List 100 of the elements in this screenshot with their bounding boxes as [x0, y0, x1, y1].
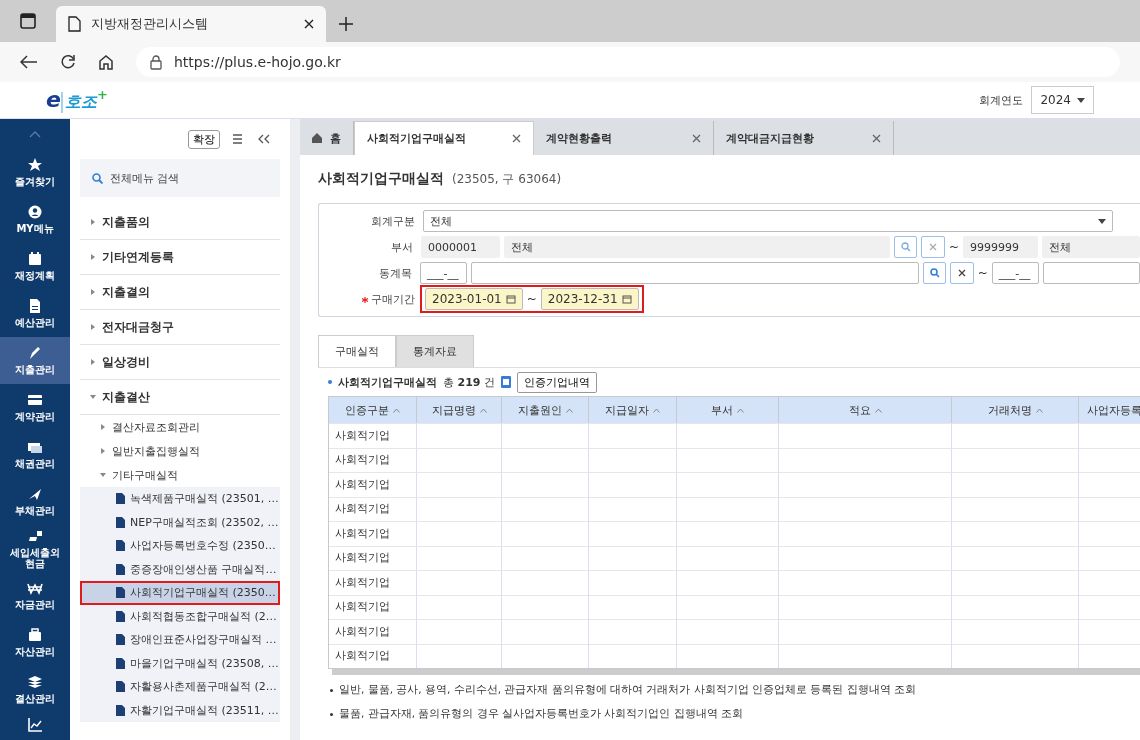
expanded-caret-icon[interactable]: [100, 472, 106, 478]
menu-item[interactable]: 지출결의: [80, 275, 280, 310]
menu-leaf-item[interactable]: 사회적기업구매실적 (2350…: [80, 581, 280, 605]
sub-tab[interactable]: 통계자료: [396, 335, 474, 367]
search-button[interactable]: [893, 236, 918, 258]
account-select[interactable]: 전체: [423, 210, 1113, 232]
rail-menu-item[interactable]: 부채관리: [0, 478, 70, 525]
collapsed-caret-icon[interactable]: [100, 424, 106, 430]
column-header[interactable]: 거래처명: [952, 397, 1079, 423]
sidebar-toggle-icon[interactable]: [20, 13, 36, 29]
dept-code-field[interactable]: 9999999: [963, 236, 1038, 258]
rail-menu-item[interactable]: 자산관리: [0, 619, 70, 666]
rail-menu-item[interactable]: 즐겨찾기: [0, 149, 70, 196]
dept-name-field[interactable]: 전체: [503, 236, 890, 258]
rail-menu-item[interactable]: 채권관리: [0, 431, 70, 478]
collapsed-caret-icon[interactable]: [100, 448, 106, 454]
submenu-item[interactable]: 결산자료조회관리: [80, 415, 280, 439]
chart-icon[interactable]: [27, 717, 43, 733]
menu-leaf-item[interactable]: 중증장애인생산품 구매실적…: [80, 557, 280, 581]
menu-item[interactable]: 일상경비: [80, 345, 280, 380]
sort-icon[interactable]: [565, 407, 573, 413]
menu-item[interactable]: 지출품의: [80, 205, 280, 240]
item-code-field[interactable]: ___-__: [420, 262, 467, 284]
fiscal-year-label: 회계연도: [979, 92, 1024, 108]
column-header[interactable]: 지급명령: [417, 397, 502, 423]
menu-leaf-item[interactable]: 사업자등록번호수정 (2350…: [80, 534, 280, 558]
page-title: 사회적기업구매실적: [318, 170, 444, 188]
column-header[interactable]: 인증구분: [329, 397, 417, 423]
address-bar[interactable]: https://plus.e-hojo.go.kr: [136, 47, 1120, 77]
rail-menu-item[interactable]: 결산관리: [0, 666, 70, 713]
star-icon: [27, 157, 43, 174]
sort-icon[interactable]: [653, 407, 660, 413]
start-date-field[interactable]: 2023-01-01: [425, 288, 523, 310]
browser-tab[interactable]: 지방재정관리시스템: [56, 6, 326, 42]
menu-leaf-item[interactable]: 장애인표준사업장구매실적 …: [80, 628, 280, 652]
rail-menu-item[interactable]: 예산관리: [0, 290, 70, 337]
menu-item[interactable]: 기타연계등록: [80, 240, 280, 275]
back-icon[interactable]: [20, 55, 38, 69]
sort-icon[interactable]: [1035, 407, 1043, 413]
menu-leaf-item[interactable]: 녹색제품구매실적 (23501, …: [80, 487, 280, 511]
menu-leaf-item[interactable]: 마을기업구매실적 (23508, …: [80, 651, 280, 675]
scroll-up-icon[interactable]: [29, 130, 41, 138]
collapsed-caret-icon[interactable]: [90, 219, 96, 225]
calendar-icon[interactable]: [505, 294, 516, 304]
collapsed-caret-icon[interactable]: [90, 324, 96, 330]
sub-tab[interactable]: 구매실적: [318, 335, 396, 367]
collapsed-caret-icon[interactable]: [90, 289, 96, 295]
dropdown-caret-icon[interactable]: [1098, 218, 1106, 224]
close-icon[interactable]: [304, 19, 314, 29]
dept-name-field[interactable]: 전체: [1041, 236, 1140, 258]
item-code-field[interactable]: ___-__: [991, 262, 1039, 284]
sort-icon[interactable]: [737, 407, 744, 413]
column-header[interactable]: 지급일자: [589, 397, 677, 423]
search-button[interactable]: [923, 262, 947, 284]
clear-button[interactable]: [950, 262, 974, 284]
field-label: 동계목: [378, 265, 413, 281]
menu-search-field[interactable]: 전체메뉴 검색: [80, 159, 280, 197]
menu-leaf-item[interactable]: 사회적협동조합구매실적 (2…: [80, 604, 280, 628]
document-icon: [116, 704, 125, 716]
expand-button[interactable]: 확장: [188, 129, 220, 149]
rail-menu-item[interactable]: 계약관리: [0, 384, 70, 431]
end-date-field[interactable]: 2023-12-31: [540, 288, 639, 310]
rail-menu-item[interactable]: 재정계획: [0, 243, 70, 290]
home-icon[interactable]: [98, 54, 114, 70]
item-name-field[interactable]: [1042, 262, 1140, 284]
menu-leaf-item[interactable]: 자활기업구매실적 (23511, …: [80, 698, 280, 722]
rail-menu-item[interactable]: MY메뉴: [0, 196, 70, 243]
menu-leaf-item[interactable]: 자활용사촌제품구매실적 (2…: [80, 675, 280, 699]
sort-icon[interactable]: [479, 407, 487, 413]
app-logo[interactable]: e 호조+: [46, 87, 108, 113]
fiscal-year-select[interactable]: 2024: [1031, 86, 1094, 114]
rail-menu-item[interactable]: 지출관리: [0, 337, 70, 384]
menu-leaf-item[interactable]: NEP구매실적조회 (23502, …: [80, 510, 280, 534]
sort-icon[interactable]: [874, 407, 882, 413]
column-header[interactable]: 부서: [677, 397, 779, 423]
document-icon: [116, 587, 125, 599]
menu-item[interactable]: 전자대금청구: [80, 310, 280, 345]
dropdown-caret-icon[interactable]: [1077, 97, 1085, 103]
refresh-icon[interactable]: [60, 54, 76, 70]
expanded-caret-icon[interactable]: [90, 394, 96, 400]
submenu-item[interactable]: 일반지출집행실적: [80, 439, 280, 463]
collapsed-caret-icon[interactable]: [90, 254, 96, 260]
certified-company-button[interactable]: 인증기업내역: [516, 371, 597, 393]
dept-code-field[interactable]: 0000001: [421, 236, 500, 258]
column-header[interactable]: 적요: [779, 397, 952, 423]
menu-item[interactable]: 지출결산: [80, 380, 280, 415]
column-header[interactable]: 지출원인: [502, 397, 589, 423]
rail-menu-item[interactable]: 세입세출외현금: [0, 525, 70, 572]
page-tab[interactable]: 사회적기업구매실적: [354, 121, 534, 155]
new-tab-icon[interactable]: [338, 16, 354, 32]
item-name-field[interactable]: [470, 262, 920, 284]
calendar-icon[interactable]: [621, 294, 632, 304]
excel-export-icon[interactable]: [500, 376, 511, 388]
layers-icon: [27, 674, 43, 691]
collapsed-caret-icon[interactable]: [90, 359, 96, 365]
sort-icon[interactable]: [393, 407, 400, 413]
submenu-item[interactable]: 기타구매실적: [80, 463, 280, 487]
table-cell: 사회적기업: [329, 472, 417, 497]
rail-menu-item[interactable]: 자금관리: [0, 572, 70, 619]
collapse-icon[interactable]: [258, 134, 270, 144]
